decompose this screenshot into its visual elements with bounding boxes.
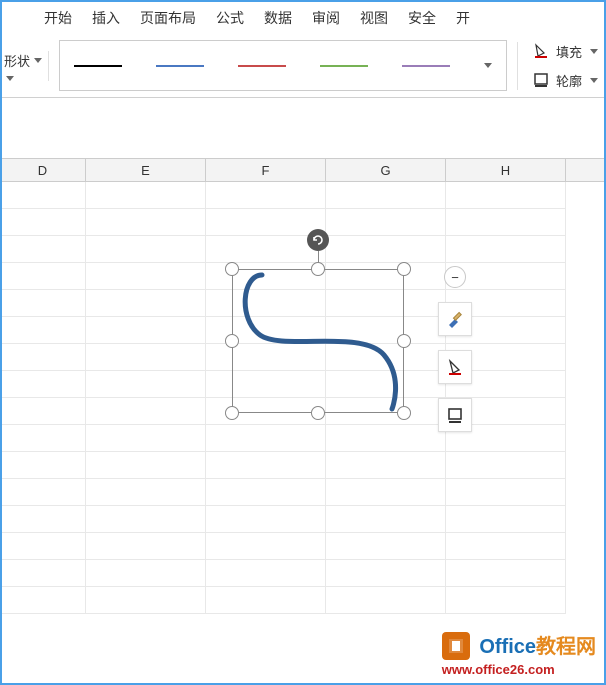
watermark-brand-en: Office — [479, 636, 536, 658]
menu-page-layout[interactable]: 页面布局 — [140, 8, 196, 28]
shape-label: 形状 — [4, 51, 30, 70]
watermark-logo-icon — [442, 632, 470, 660]
table-row[interactable] — [0, 479, 606, 506]
table-row[interactable] — [0, 452, 606, 479]
shape-dropdown[interactable]: 形状 — [4, 51, 42, 70]
col-header-d[interactable]: D — [0, 159, 86, 181]
menu-start[interactable]: 开始 — [44, 8, 72, 28]
resize-handle-bl[interactable] — [225, 406, 239, 420]
outline-rect-icon — [445, 405, 465, 425]
menu-bar: 开始 插入 页面布局 公式 数据 审阅 视图 安全 开 — [0, 0, 606, 34]
watermark-url: www.office26.com — [442, 662, 596, 677]
resize-handle-ml[interactable] — [225, 334, 239, 348]
resize-handle-br[interactable] — [397, 406, 411, 420]
dropdown-icon — [590, 78, 598, 83]
brush-icon — [445, 309, 465, 329]
table-row[interactable] — [0, 236, 606, 263]
resize-handle-bc[interactable] — [311, 406, 325, 420]
floating-shape-tools: − — [438, 266, 472, 432]
table-row[interactable] — [0, 425, 606, 452]
col-header-f[interactable]: F — [206, 159, 326, 181]
fill-icon — [532, 42, 550, 60]
menu-security[interactable]: 安全 — [408, 8, 436, 28]
fill-dropdown[interactable]: 填充 — [532, 42, 598, 61]
watermark: Office教程网 www.office26.com — [442, 630, 596, 677]
resize-handle-mr[interactable] — [397, 334, 411, 348]
column-headers: D E F G H — [0, 158, 606, 182]
menu-view[interactable]: 视图 — [360, 8, 388, 28]
col-header-e[interactable]: E — [86, 159, 206, 181]
format-painter-button[interactable] — [438, 302, 472, 336]
resize-handle-tl[interactable] — [225, 262, 239, 276]
secondary-dropdown[interactable] — [4, 76, 14, 81]
minus-icon: − — [451, 270, 459, 285]
rotate-handle[interactable] — [307, 229, 329, 251]
line-swatch-black[interactable] — [74, 65, 122, 67]
freeform-curve-shape[interactable] — [232, 269, 404, 413]
shape-dropdown-group: 形状 — [4, 51, 49, 81]
outline-dropdown[interactable]: 轮廓 — [532, 71, 598, 90]
dropdown-icon — [6, 76, 14, 81]
table-row[interactable] — [0, 506, 606, 533]
shape-fill-button[interactable] — [438, 350, 472, 384]
menu-formula[interactable]: 公式 — [216, 8, 244, 28]
table-row[interactable] — [0, 587, 606, 614]
outline-label: 轮廓 — [556, 71, 582, 90]
grid-rows: − — [0, 182, 606, 614]
line-swatch-purple[interactable] — [402, 65, 450, 67]
menu-data[interactable]: 数据 — [264, 8, 292, 28]
col-header-g[interactable]: G — [326, 159, 446, 181]
collapse-tools-button[interactable]: − — [444, 266, 466, 288]
table-row[interactable] — [0, 560, 606, 587]
watermark-brand-cn: 教程网 — [536, 636, 596, 658]
dropdown-icon — [590, 49, 598, 54]
gallery-more-icon[interactable] — [484, 63, 492, 68]
fill-outline-group: 填充 轮廓 — [517, 42, 598, 90]
table-row[interactable] — [0, 533, 606, 560]
shape-outline-button[interactable] — [438, 398, 472, 432]
fill-label: 填充 — [556, 42, 582, 61]
line-swatch-green[interactable] — [320, 65, 368, 67]
selected-shape[interactable] — [232, 269, 404, 413]
dropdown-icon — [34, 58, 42, 63]
resize-handle-tc[interactable] — [311, 262, 325, 276]
menu-review[interactable]: 审阅 — [312, 8, 340, 28]
line-swatch-blue[interactable] — [156, 65, 204, 67]
table-row[interactable] — [0, 209, 606, 236]
menu-insert[interactable]: 插入 — [92, 8, 120, 28]
line-swatch-red[interactable] — [238, 65, 286, 67]
menu-more[interactable]: 开 — [456, 8, 470, 28]
line-style-gallery[interactable] — [59, 40, 507, 91]
spreadsheet-area: D E F G H — [0, 158, 606, 614]
resize-handle-tr[interactable] — [397, 262, 411, 276]
fill-bucket-icon — [445, 357, 465, 377]
outline-icon — [532, 71, 550, 89]
ribbon: 形状 填充 轮廓 — [0, 34, 606, 98]
col-header-h[interactable]: H — [446, 159, 566, 181]
table-row[interactable] — [0, 182, 606, 209]
